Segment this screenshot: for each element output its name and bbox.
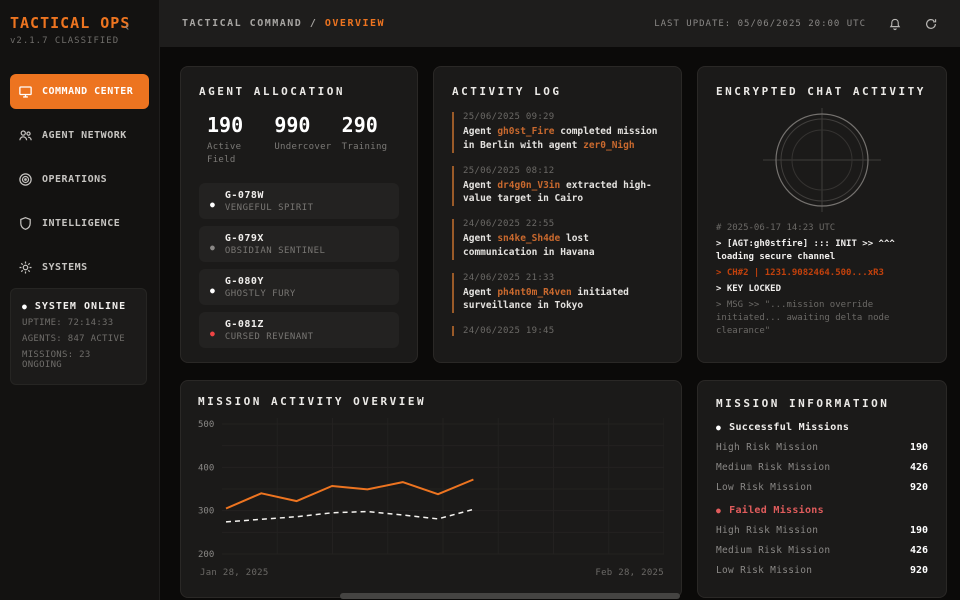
refresh-icon — [924, 17, 938, 31]
agent-allocation-title: AGENT ALLOCATION — [199, 85, 399, 98]
terminal-line: # 2025-06-17 14:23 UTC — [716, 222, 928, 235]
mission-info-row: Low Risk Mission920 — [716, 565, 928, 576]
agent-row[interactable]: G-081Z CURSED REVENANT — [199, 312, 399, 348]
agent-status-dot — [210, 192, 215, 211]
encrypted-chat-title: ENCRYPTED CHAT ACTIVITY — [716, 85, 928, 98]
sidebar-nav: COMMAND CENTER AGENT NETWORK OPERATIONS … — [10, 74, 149, 285]
sidebar-collapse-icon[interactable]: ‹ — [123, 20, 131, 35]
horizontal-scrollbar-thumb[interactable] — [340, 593, 680, 599]
agent-status-dot — [210, 235, 215, 254]
activity-log-title: ACTIVITY LOG — [452, 85, 663, 98]
success-dot — [716, 422, 721, 433]
monitor-icon — [18, 84, 33, 99]
agents-text: AGENTS: 847 ACTIVE — [22, 334, 135, 344]
mission-info-row: Medium Risk Mission426 — [716, 462, 928, 473]
stat-undercover: 990 Undercover — [274, 113, 331, 167]
content-area: AGENT ALLOCATION 190 Active Field 990 Un… — [160, 47, 960, 600]
chart-x-axis: Jan 28, 2025 Feb 28, 2025 — [198, 568, 664, 578]
sidebar-item-label: SYSTEMS — [42, 262, 88, 273]
terminal-log: # 2025-06-17 14:23 UTC > [AGT:gh0stfire]… — [716, 222, 928, 338]
failed-missions-heading: Failed Missions — [716, 505, 928, 516]
sidebar-item-label: AGENT NETWORK — [42, 130, 127, 141]
agent-row[interactable]: G-079X OBSIDIAN SENTINEL — [199, 226, 399, 262]
sidebar-item-intelligence[interactable]: INTELLIGENCE — [10, 206, 149, 241]
last-update-text: LAST UPDATE: 05/06/2025 20:00 UTC — [654, 19, 866, 29]
target-icon — [18, 172, 33, 187]
sidebar-item-label: INTELLIGENCE — [42, 218, 120, 229]
log-entry: 24/06/2025 22:55 Agent sn4ke_Sh4de lost … — [452, 219, 663, 260]
refresh-button[interactable] — [924, 17, 938, 31]
uptime-text: UPTIME: 72:14:33 — [22, 318, 135, 328]
mission-info-row: Low Risk Mission920 — [716, 482, 928, 493]
agent-handle: zer0_Nigh — [583, 140, 634, 151]
sidebar-item-label: OPERATIONS — [42, 174, 107, 185]
top-bar: TACTICAL COMMAND / OVERVIEW LAST UPDATE:… — [160, 0, 960, 47]
app-version: v2.1.7 CLASSIFIED — [10, 36, 149, 46]
mission-chart-svg: 500 400 300 200 — [198, 414, 664, 564]
notifications-button[interactable] — [888, 17, 902, 31]
radar-circles-icon — [747, 108, 897, 212]
terminal-line: > KEY LOCKED — [716, 283, 928, 296]
successful-missions-heading: Successful Missions — [716, 422, 928, 433]
status-dot — [22, 301, 28, 312]
agent-handle: gh0st_Fire — [497, 126, 554, 137]
svg-text:300: 300 — [198, 507, 214, 517]
sidebar-item-systems[interactable]: SYSTEMS — [10, 250, 149, 285]
terminal-line: > [AGT:gh0stfire] ::: INIT >> ^^^ loadin… — [716, 238, 928, 264]
mission-information-title: MISSION INFORMATION — [716, 397, 928, 410]
people-icon — [18, 128, 33, 143]
log-entry: 25/06/2025 08:12 Agent dr4g0n_V3in extra… — [452, 166, 663, 207]
bell-icon — [888, 17, 902, 31]
sidebar-item-agent-network[interactable]: AGENT NETWORK — [10, 118, 149, 153]
x-axis-end-label: Feb 28, 2025 — [595, 568, 664, 578]
mission-activity-card: MISSION ACTIVITY OVERVIEW 500 400 300 200 J… — [180, 380, 682, 598]
activity-log-list[interactable]: 25/06/2025 09:29 Agent gh0st_Fire comple… — [452, 112, 663, 350]
sidebar: TACTICAL OPS v2.1.7 CLASSIFIED ‹ COMMAND… — [0, 0, 160, 600]
missions-text: MISSIONS: 23 ONGOING — [22, 350, 135, 370]
terminal-line: > CH#2 | 1231.9082464.500...xR3 — [716, 267, 928, 280]
encrypted-chat-card: ENCRYPTED CHAT ACTIVITY # 2025-06-17 14:… — [697, 66, 947, 363]
x-axis-start-label: Jan 28, 2025 — [200, 568, 269, 578]
sidebar-item-label: COMMAND CENTER — [42, 86, 133, 97]
stat-training: 290 Training — [342, 113, 399, 167]
agent-status-dot — [210, 278, 215, 297]
radar-graphic — [716, 108, 928, 212]
agent-handle: sn4ke_Sh4de — [497, 233, 560, 244]
failed-dot — [716, 505, 721, 516]
mission-info-row: High Risk Mission190 — [716, 525, 928, 536]
mission-info-row: High Risk Mission190 — [716, 442, 928, 453]
mission-activity-chart[interactable]: 500 400 300 200 — [198, 414, 664, 568]
stat-active-field: 190 Active Field — [207, 113, 264, 167]
breadcrumb-root[interactable]: TACTICAL COMMAND / — [182, 18, 325, 29]
agent-status-dot — [210, 321, 215, 340]
mission-info-row: Medium Risk Mission426 — [716, 545, 928, 556]
agent-row[interactable]: G-078W VENGEFUL SPIRIT — [199, 183, 399, 219]
shield-icon — [18, 216, 33, 231]
svg-text:200: 200 — [198, 550, 214, 560]
agent-row[interactable]: G-080Y GHOSTLY FURY — [199, 269, 399, 305]
mission-activity-title: MISSION ACTIVITY OVERVIEW — [198, 395, 664, 408]
log-entry: 25/06/2025 09:29 Agent gh0st_Fire comple… — [452, 112, 663, 153]
sidebar-item-operations[interactable]: OPERATIONS — [10, 162, 149, 197]
agent-handle: dr4g0n_V3in — [497, 180, 560, 191]
breadcrumb-current: OVERVIEW — [325, 18, 385, 29]
log-entry: 24/06/2025 21:33 Agent ph4nt0m_R4ven ini… — [452, 273, 663, 314]
system-status-title: SYSTEM ONLINE — [22, 301, 135, 312]
gear-icon — [18, 260, 33, 275]
main-area: TACTICAL COMMAND / OVERVIEW LAST UPDATE:… — [160, 0, 960, 600]
activity-log-card: ACTIVITY LOG 25/06/2025 09:29 Agent gh0s… — [433, 66, 682, 363]
terminal-line: > MSG >> "...mission override initiated.… — [716, 299, 928, 338]
agent-list: G-078W VENGEFUL SPIRIT G-079X OBSIDIAN S… — [199, 183, 399, 348]
agent-allocation-card: AGENT ALLOCATION 190 Active Field 990 Un… — [180, 66, 418, 363]
system-status-panel: SYSTEM ONLINE UPTIME: 72:14:33 AGENTS: 8… — [10, 288, 147, 385]
agent-handle: ph4nt0m_R4ven — [497, 287, 571, 298]
sidebar-item-command-center[interactable]: COMMAND CENTER — [10, 74, 149, 109]
mission-information-card: MISSION INFORMATION Successful Missions … — [697, 380, 947, 598]
svg-text:500: 500 — [198, 420, 214, 430]
agent-stats: 190 Active Field 990 Undercover 290 Trai… — [199, 113, 399, 167]
svg-text:400: 400 — [198, 463, 214, 473]
breadcrumb: TACTICAL COMMAND / OVERVIEW — [182, 18, 385, 29]
log-entry: 24/06/2025 19:45 — [452, 326, 663, 336]
